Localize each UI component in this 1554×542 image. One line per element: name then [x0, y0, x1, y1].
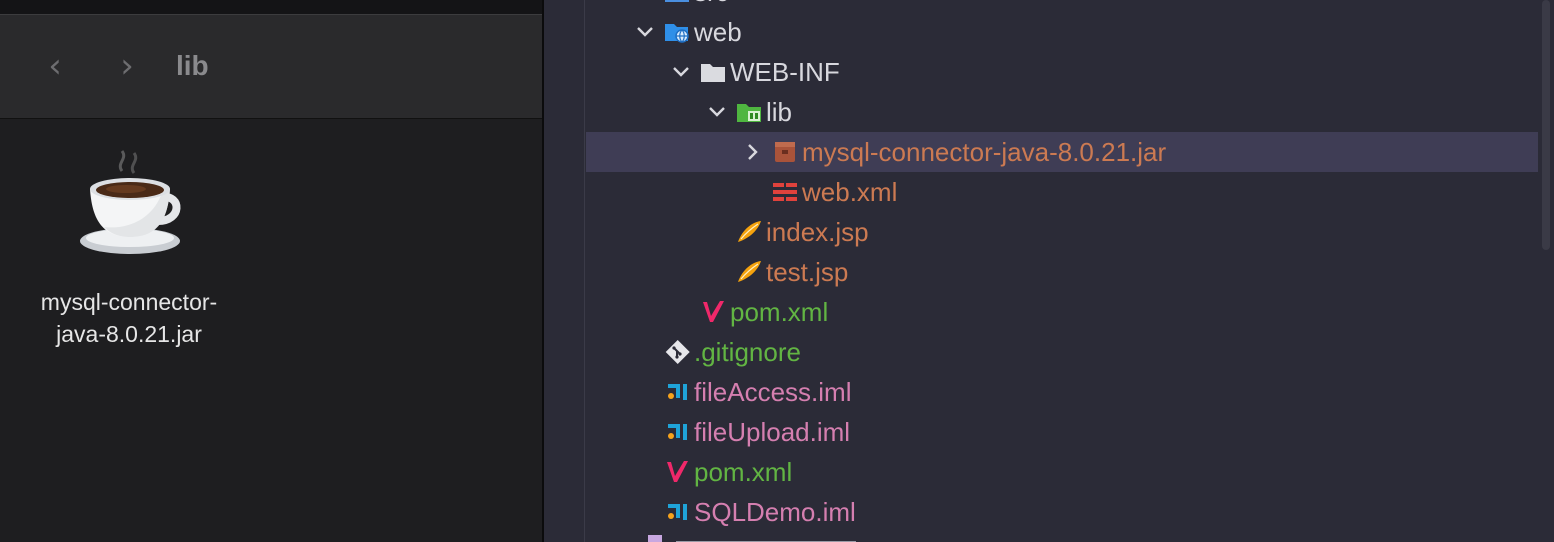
tree-row-pom-xml[interactable]: pom.xml: [586, 452, 1538, 492]
jsp-file-icon: [736, 260, 762, 284]
chevron-right-icon[interactable]: [744, 143, 762, 161]
tree-gutter-line: [584, 0, 585, 542]
tree-row-sqldemo-iml[interactable]: SQLDemo.iml: [586, 492, 1538, 532]
tree-item-label: src: [694, 0, 729, 12]
folder-title: lib: [176, 50, 209, 81]
coffee-cup-icon: [80, 150, 181, 254]
tree-item-label: pom.xml: [730, 297, 829, 327]
tree-item-label: fileUpload.iml: [694, 417, 851, 447]
tree-item-label: .gitignore: [694, 337, 801, 367]
partially-visible-row: [636, 532, 886, 542]
chevron-right-icon: ›: [120, 46, 134, 86]
tree-item-label: WEB-INF: [730, 57, 840, 87]
tree-item-label: test.jsp: [766, 257, 849, 287]
tree-item-label: mysql-connector-java-8.0.21.jar: [802, 137, 1167, 167]
tree-row-web[interactable]: web: [586, 12, 1538, 52]
tree-row-web-xml[interactable]: web.xml: [586, 172, 1538, 212]
project-tree-panel: src web WEB-INF lib mysql-connector-java-8.0…: [544, 0, 1554, 542]
source-folder-icon: [664, 0, 690, 4]
maven-icon: [664, 460, 690, 484]
git-icon: [664, 339, 690, 365]
tree-item-label: fileAccess.iml: [694, 377, 852, 407]
tree-item-label: web.xml: [802, 177, 898, 207]
finder-window: ‹ › lib mysql-connector- java-8.0.21.jar: [0, 0, 542, 542]
tree-row-web-inf[interactable]: WEB-INF: [586, 52, 1538, 92]
jar-file-item[interactable]: mysql-connector- java-8.0.21.jar: [14, 145, 244, 365]
chevron-left-icon: ‹: [48, 46, 62, 86]
chevron-down-icon[interactable]: [672, 63, 690, 81]
jar-archive-icon: [772, 140, 798, 164]
tree-row-gitignore[interactable]: .gitignore: [586, 332, 1538, 372]
tree-item-label: pom.xml: [694, 457, 793, 487]
tree-item-label: web: [694, 17, 742, 47]
jar-file-name: mysql-connector- java-8.0.21.jar: [40, 289, 218, 347]
forward-button[interactable]: ›: [112, 49, 142, 83]
partial-row-glyphs: [648, 535, 856, 542]
tree-row-src[interactable]: src: [586, 0, 1538, 12]
web-folder-icon: [664, 20, 690, 44]
maven-icon: [700, 300, 726, 324]
iml-module-icon: [664, 380, 690, 404]
scrollbar[interactable]: [1542, 0, 1550, 250]
iml-module-icon: [664, 420, 690, 444]
tree-row-pom-xml[interactable]: pom.xml: [586, 292, 1538, 332]
finder-title-strip: [0, 0, 542, 15]
tree-item-label: SQLDemo.iml: [694, 497, 856, 527]
library-folder-icon: [736, 100, 762, 124]
back-button[interactable]: ‹: [40, 49, 70, 83]
finder-toolbar: ‹ › lib: [0, 15, 542, 119]
tree-row-mysql-connector-java-8-0-21-jar[interactable]: mysql-connector-java-8.0.21.jar: [586, 132, 1538, 172]
tree-item-label: lib: [766, 97, 793, 127]
jsp-file-icon: [736, 220, 762, 244]
tree-row-fileaccess-iml[interactable]: fileAccess.iml: [586, 372, 1538, 412]
tree-row-test-jsp[interactable]: test.jsp: [586, 252, 1538, 292]
tree-row-fileupload-iml[interactable]: fileUpload.iml: [586, 412, 1538, 452]
chevron-down-icon[interactable]: [636, 23, 654, 41]
tree-row-index-jsp[interactable]: index.jsp: [586, 212, 1538, 252]
chevron-down-icon[interactable]: [708, 103, 726, 121]
chevron-right-icon[interactable]: [636, 0, 654, 1]
folder-icon: [700, 60, 726, 84]
web-xml-icon: [772, 180, 798, 204]
tree-row-lib[interactable]: lib: [586, 92, 1538, 132]
iml-module-icon: [664, 500, 690, 524]
tree-item-label: index.jsp: [766, 217, 869, 247]
